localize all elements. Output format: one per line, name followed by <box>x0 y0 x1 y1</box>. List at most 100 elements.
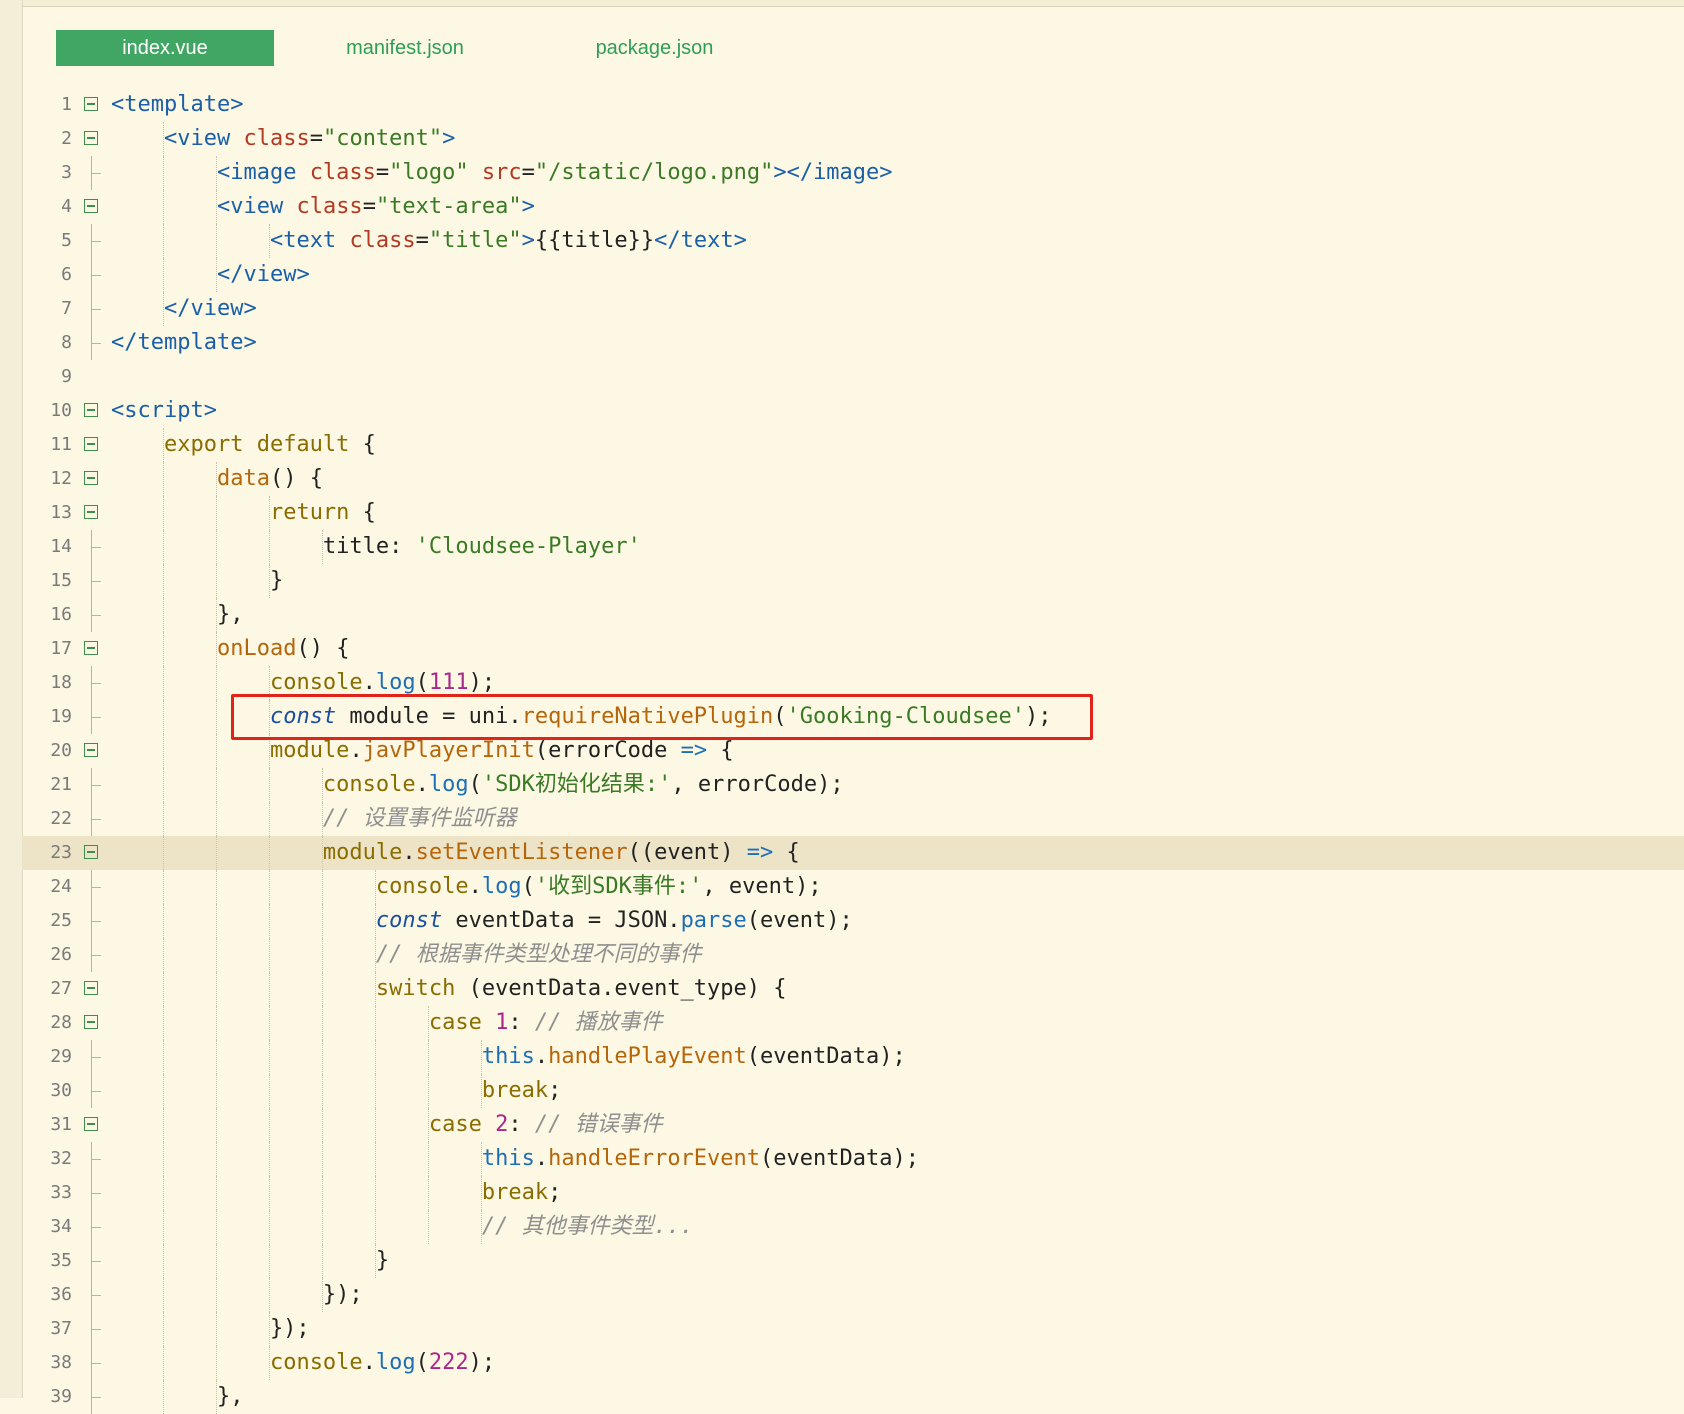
code-token: <text <box>269 228 350 253</box>
code-line[interactable]: 17 onLoad() { <box>22 632 1684 666</box>
fold-toggle-icon[interactable] <box>84 97 98 111</box>
code-line[interactable]: 37 }); <box>22 1312 1684 1346</box>
fold-guide-tick <box>91 615 101 616</box>
code-line[interactable]: 26 // 根据事件类型处理不同的事件 <box>22 938 1684 972</box>
code-token: . <box>402 840 416 865</box>
code-token: // 其他事件类型... <box>481 1214 694 1239</box>
code-token: class <box>243 126 310 151</box>
line-number: 17 <box>50 638 72 659</box>
code-line[interactable]: 22 // 设置事件监听器 <box>22 802 1684 836</box>
fold-toggle-icon[interactable] <box>84 505 98 519</box>
tab-package-json[interactable]: package.json <box>552 30 757 66</box>
code-line[interactable]: 8 </template> <box>22 326 1684 360</box>
code-token: // 根据事件类型处理不同的事件 <box>375 942 702 967</box>
code-line[interactable]: 1 <template> <box>22 88 1684 122</box>
code-line[interactable]: 3 <image class="logo" src="/static/logo.… <box>22 156 1684 190</box>
code-token: <script> <box>111 398 217 423</box>
code-line[interactable]: 25 const eventData = JSON.parse(event); <box>22 904 1684 938</box>
line-number: 27 <box>50 978 72 999</box>
code-line[interactable]: 11 export default { <box>22 428 1684 462</box>
fold-toggle-icon[interactable] <box>84 641 98 655</box>
code-line[interactable]: 33 break; <box>22 1176 1684 1210</box>
code-line[interactable]: 36 }); <box>22 1278 1684 1312</box>
code-line[interactable]: 6 </view> <box>22 258 1684 292</box>
fold-toggle-icon[interactable] <box>84 403 98 417</box>
fold-guide-tick <box>91 547 101 548</box>
fold-toggle-icon[interactable] <box>84 437 98 451</box>
code-line[interactable]: 13 return { <box>22 496 1684 530</box>
code-token: = <box>521 160 535 185</box>
code-token: (eventData); <box>760 1146 919 1171</box>
code-line[interactable]: 34 // 其他事件类型... <box>22 1210 1684 1244</box>
fold-guide-tick <box>91 887 101 888</box>
tab-manifest-json[interactable]: manifest.json <box>300 30 510 66</box>
code-text: case 2: // 错误事件 <box>111 1108 663 1142</box>
fold-toggle-icon[interactable] <box>84 131 98 145</box>
code-text: }, <box>111 1380 244 1414</box>
code-line[interactable]: 7 </view> <box>22 292 1684 326</box>
code-token: '收到SDK事件:' <box>534 874 703 899</box>
code-text: } <box>111 564 283 598</box>
code-text: // 其他事件类型... <box>111 1210 693 1244</box>
code-token: ((event) <box>627 840 747 865</box>
fold-guide-tick <box>91 819 101 820</box>
code-editor[interactable]: 1 <template> 2 <view class="content"> 3 <im… <box>22 88 1684 1414</box>
code-line[interactable]: 29 this.handlePlayEvent(eventData); <box>22 1040 1684 1074</box>
line-number: 1 <box>61 94 72 115</box>
code-text: this.handlePlayEvent(eventData); <box>111 1040 906 1074</box>
code-line[interactable]: 38 console.log(222); <box>22 1346 1684 1380</box>
code-token: return <box>269 500 350 525</box>
fold-toggle-icon[interactable] <box>84 1015 98 1029</box>
line-number: 4 <box>61 196 72 217</box>
code-line[interactable]: 39 }, <box>22 1380 1684 1414</box>
line-number: 31 <box>50 1114 72 1135</box>
tab-index-vue[interactable]: index.vue <box>56 30 274 66</box>
fold-toggle-icon[interactable] <box>84 199 98 213</box>
line-number: 2 <box>61 128 72 149</box>
code-line[interactable]: 4 <view class="text-area"> <box>22 190 1684 224</box>
code-text: export default { <box>111 428 376 462</box>
code-token: </template> <box>111 330 257 355</box>
fold-toggle-icon[interactable] <box>84 471 98 485</box>
code-line[interactable]: 24 console.log('收到SDK事件:', event); <box>22 870 1684 904</box>
code-line[interactable]: 16 }, <box>22 598 1684 632</box>
fold-toggle-icon[interactable] <box>84 743 98 757</box>
line-number: 30 <box>50 1080 72 1101</box>
fold-guide-tick <box>91 1363 101 1364</box>
code-token: src <box>481 160 522 185</box>
code-line[interactable]: 9 <box>22 360 1684 394</box>
line-number: 12 <box>50 468 72 489</box>
code-line[interactable]: 32 this.handleErrorEvent(eventData); <box>22 1142 1684 1176</box>
code-line[interactable]: 31 case 2: // 错误事件 <box>22 1108 1684 1142</box>
fold-toggle-icon[interactable] <box>84 981 98 995</box>
line-number: 18 <box>50 672 72 693</box>
code-line[interactable]: 10 <script> <box>22 394 1684 428</box>
code-line[interactable]: 35 } <box>22 1244 1684 1278</box>
code-token: () { <box>269 466 323 491</box>
code-token: // 设置事件监听器 <box>322 806 517 831</box>
code-token: 2 <box>495 1112 509 1137</box>
fold-toggle-icon[interactable] <box>84 1117 98 1131</box>
code-token: // 播放事件 <box>534 1010 663 1035</box>
code-line[interactable]: 15 } <box>22 564 1684 598</box>
code-line[interactable]: 5 <text class="title">{{title}}</text> <box>22 224 1684 258</box>
code-line[interactable]: 21 console.log('SDK初始化结果:', errorCode); <box>22 768 1684 802</box>
code-line[interactable]: 2 <view class="content"> <box>22 122 1684 156</box>
code-line[interactable]: 23 module.setEventListener((event) => { <box>22 836 1684 870</box>
code-line[interactable]: 28 case 1: // 播放事件 <box>22 1006 1684 1040</box>
code-line[interactable]: 14 title: 'Cloudsee-Player' <box>22 530 1684 564</box>
code-text: onLoad() { <box>111 632 349 666</box>
code-token: : <box>508 1112 535 1137</box>
code-text: console.log(222); <box>111 1346 495 1380</box>
code-token: }, <box>111 1384 244 1409</box>
code-line[interactable]: 30 break; <box>22 1074 1684 1108</box>
code-line[interactable]: 27 switch (eventData.event_type) { <box>22 972 1684 1006</box>
code-line[interactable]: 12 data() { <box>22 462 1684 496</box>
fold-guide-tick <box>91 785 101 786</box>
line-number: 13 <box>50 502 72 523</box>
fold-toggle-icon[interactable] <box>84 845 98 859</box>
